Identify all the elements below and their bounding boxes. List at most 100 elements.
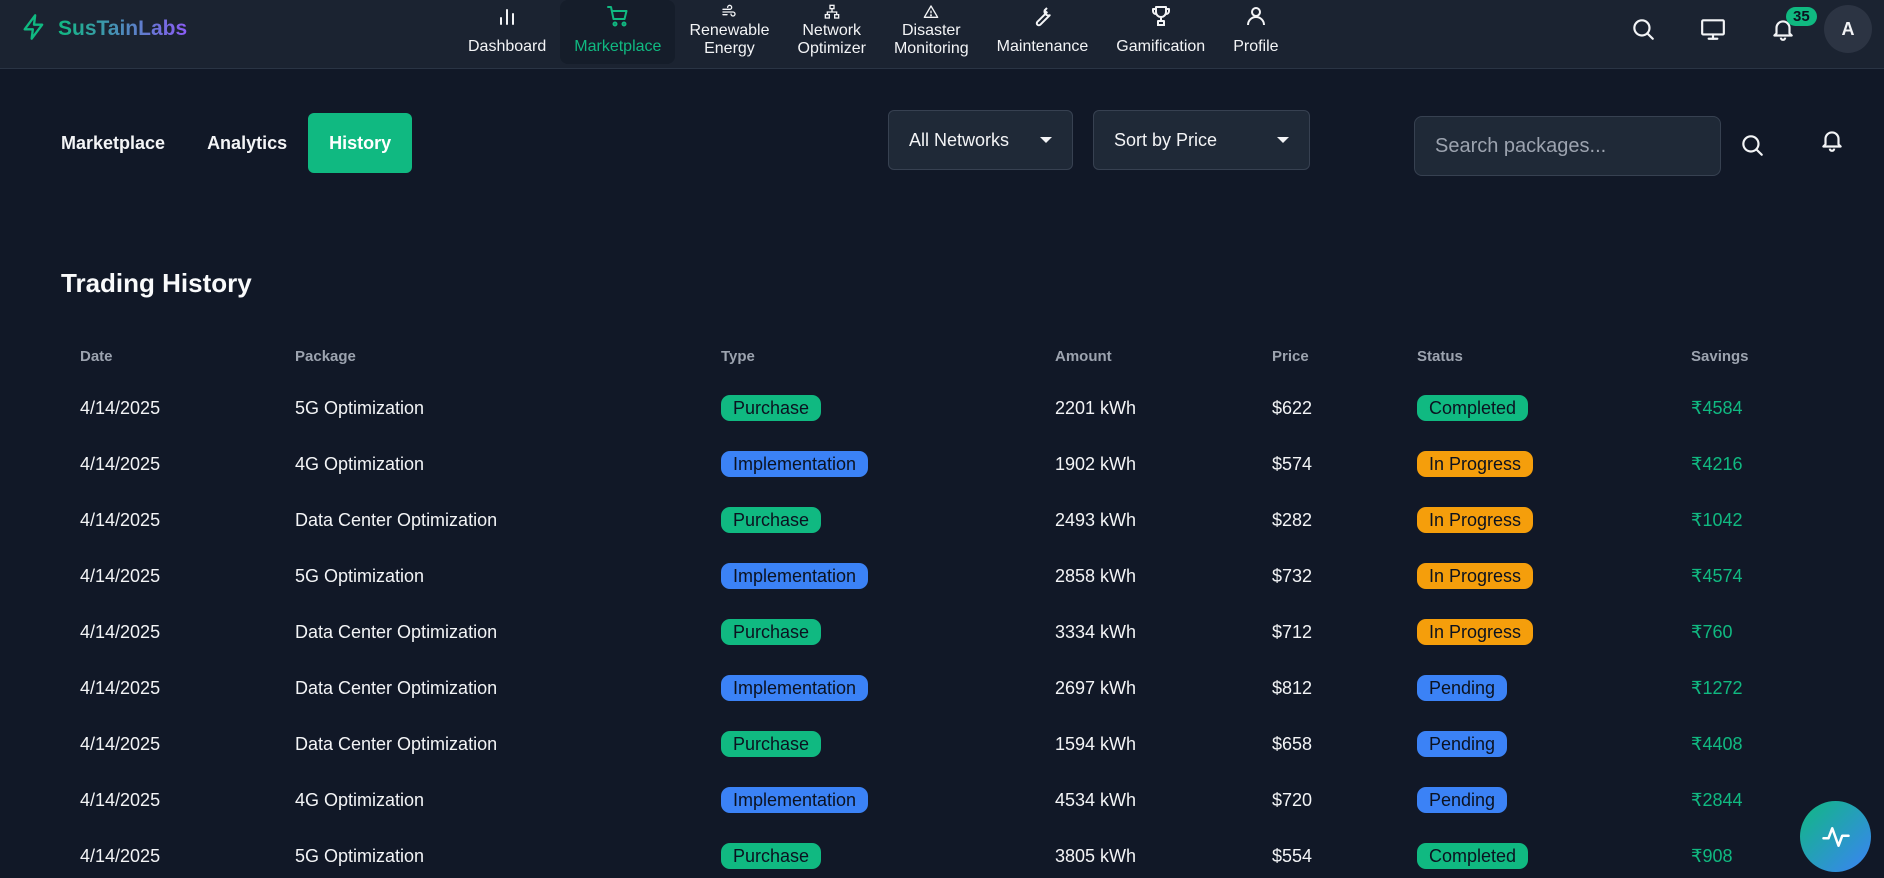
- nav-label: Renewable: [689, 22, 770, 39]
- price-cell: $554: [1272, 845, 1313, 866]
- nav-item-marketplace[interactable]: Marketplace: [560, 0, 676, 64]
- brand-name: SusTainLabs: [58, 17, 188, 40]
- status-cell: Pending: [1398, 660, 1672, 716]
- column-header-package: Package: [295, 347, 356, 365]
- nav-item-renewable-energy[interactable]: Renewable Energy: [675, 0, 783, 64]
- table-row[interactable]: 4/14/2025 Data Center Optimization Impleme…: [61, 660, 1861, 716]
- price-cell: $712: [1272, 621, 1313, 642]
- date-cell: 4/14/2025: [80, 733, 161, 754]
- savings-cell: ₹4216: [1691, 453, 1743, 474]
- type-badge: Implementation: [721, 787, 869, 813]
- type-cell: Purchase: [702, 828, 1036, 878]
- notification-count-badge: 35: [1786, 7, 1817, 26]
- table-row[interactable]: 4/14/2025 Data Center Optimization Purchas…: [61, 492, 1861, 548]
- nav-item-disaster-monitoring[interactable]: Disaster Monitoring: [880, 0, 983, 64]
- nav-label: Gamification: [1116, 38, 1206, 55]
- nav-item-profile[interactable]: Profile: [1219, 0, 1292, 64]
- price-cell: $622: [1272, 397, 1313, 418]
- nav-search-button[interactable]: [1608, 0, 1678, 58]
- savings-cell: ₹4584: [1691, 397, 1743, 418]
- type-cell: Purchase: [702, 380, 1036, 436]
- column-header-status: Status: [1417, 347, 1463, 365]
- nav-item-gamification[interactable]: Gamification: [1102, 0, 1219, 64]
- lightning-icon: [20, 12, 48, 47]
- column-header-type: Type: [721, 347, 755, 365]
- status-badge: Completed: [1417, 843, 1529, 869]
- user-icon: [1246, 7, 1265, 26]
- amount-cell: 3805 kWh: [1055, 845, 1137, 866]
- status-cell: Completed: [1398, 828, 1672, 878]
- sort-value: Sort by Price: [1114, 129, 1218, 150]
- network-filter-value: All Networks: [909, 129, 1010, 150]
- package-cell: 4G Optimization: [295, 453, 425, 474]
- network-filter-select[interactable]: All Networks: [888, 110, 1073, 170]
- price-cell: $812: [1272, 677, 1313, 698]
- tab-history[interactable]: History: [308, 113, 413, 173]
- activity-fab-button[interactable]: [1800, 801, 1871, 872]
- trading-history-table: Date Package Type Amount Price Status Sa…: [61, 332, 1861, 878]
- table-row[interactable]: 4/14/2025 Data Center Optimization Purchas…: [61, 604, 1861, 660]
- nav-item-maintenance[interactable]: Maintenance: [983, 0, 1103, 64]
- type-badge: Implementation: [721, 451, 869, 477]
- status-badge: In Progress: [1417, 451, 1534, 477]
- status-cell: In Progress: [1398, 548, 1672, 604]
- nav-actions: 35 A: [1608, 0, 1872, 58]
- date-cell: 4/14/2025: [80, 565, 161, 586]
- type-cell: Purchase: [702, 716, 1036, 772]
- page-title: Trading History: [61, 268, 252, 298]
- alert-triangle-icon: [923, 5, 939, 18]
- status-badge: Pending: [1417, 787, 1508, 813]
- status-badge: In Progress: [1417, 619, 1534, 645]
- trophy-icon: [1151, 6, 1170, 26]
- table-row[interactable]: 4/14/2025 5G Optimization Purchase 2201 kWh…: [61, 380, 1861, 436]
- table-row[interactable]: 4/14/2025 5G Optimization Purchase 3805 kWh…: [61, 828, 1861, 878]
- display-button[interactable]: [1678, 0, 1748, 58]
- search-input[interactable]: [1414, 116, 1721, 176]
- package-cell: Data Center Optimization: [295, 621, 498, 642]
- table-row[interactable]: 4/14/2025 4G Optimization Implementation 45…: [61, 772, 1861, 828]
- status-badge: In Progress: [1417, 507, 1534, 533]
- nav-item-network-optimizer[interactable]: Network Optimizer: [784, 0, 880, 64]
- nav-label: Network: [802, 22, 862, 39]
- status-cell: Pending: [1398, 716, 1672, 772]
- search-icon: [1633, 19, 1654, 40]
- type-cell: Implementation: [702, 548, 1036, 604]
- type-badge: Purchase: [721, 619, 822, 645]
- type-cell: Purchase: [702, 492, 1036, 548]
- price-cell: $658: [1272, 733, 1313, 754]
- column-header-date: Date: [80, 347, 113, 365]
- package-cell: 4G Optimization: [295, 789, 425, 810]
- date-cell: 4/14/2025: [80, 789, 161, 810]
- top-navbar: SusTainLabs Dashboard Marketplace Renewa…: [0, 0, 1884, 69]
- date-cell: 4/14/2025: [80, 397, 161, 418]
- status-badge: Pending: [1417, 731, 1508, 757]
- table-body: 4/14/2025 5G Optimization Purchase 2201 kWh…: [61, 380, 1861, 878]
- table-header-row: Date Package Type Amount Price Status Sa…: [61, 332, 1861, 380]
- nav-label: Dashboard: [468, 38, 547, 55]
- brand-logo[interactable]: SusTainLabs: [20, 12, 187, 46]
- tab-analytics[interactable]: Analytics: [186, 113, 308, 173]
- nav-label: Marketplace: [574, 38, 662, 55]
- savings-cell: ₹4408: [1691, 733, 1743, 754]
- date-cell: 4/14/2025: [80, 677, 161, 698]
- search-button[interactable]: [1730, 123, 1774, 167]
- package-cell: Data Center Optimization: [295, 509, 498, 530]
- wind-icon: [722, 4, 737, 17]
- amount-cell: 2697 kWh: [1055, 677, 1137, 698]
- alerts-button[interactable]: [1810, 118, 1854, 162]
- notifications-button[interactable]: 35: [1748, 0, 1818, 58]
- avatar[interactable]: A: [1824, 5, 1872, 53]
- nav-item-dashboard[interactable]: Dashboard: [454, 0, 560, 64]
- table-row[interactable]: 4/14/2025 4G Optimization Implementation 19…: [61, 436, 1861, 492]
- type-badge: Implementation: [721, 563, 869, 589]
- status-badge: Completed: [1417, 395, 1529, 421]
- savings-cell: ₹760: [1691, 621, 1733, 642]
- sort-select[interactable]: Sort by Price: [1093, 110, 1310, 170]
- tab-marketplace[interactable]: Marketplace: [40, 113, 186, 173]
- nav-label: Optimizer: [797, 40, 866, 57]
- table-row[interactable]: 4/14/2025 5G Optimization Implementation 28…: [61, 548, 1861, 604]
- nav-label: Energy: [704, 40, 755, 57]
- price-cell: $282: [1272, 509, 1313, 530]
- table-row[interactable]: 4/14/2025 Data Center Optimization Purchas…: [61, 716, 1861, 772]
- date-cell: 4/14/2025: [80, 621, 161, 642]
